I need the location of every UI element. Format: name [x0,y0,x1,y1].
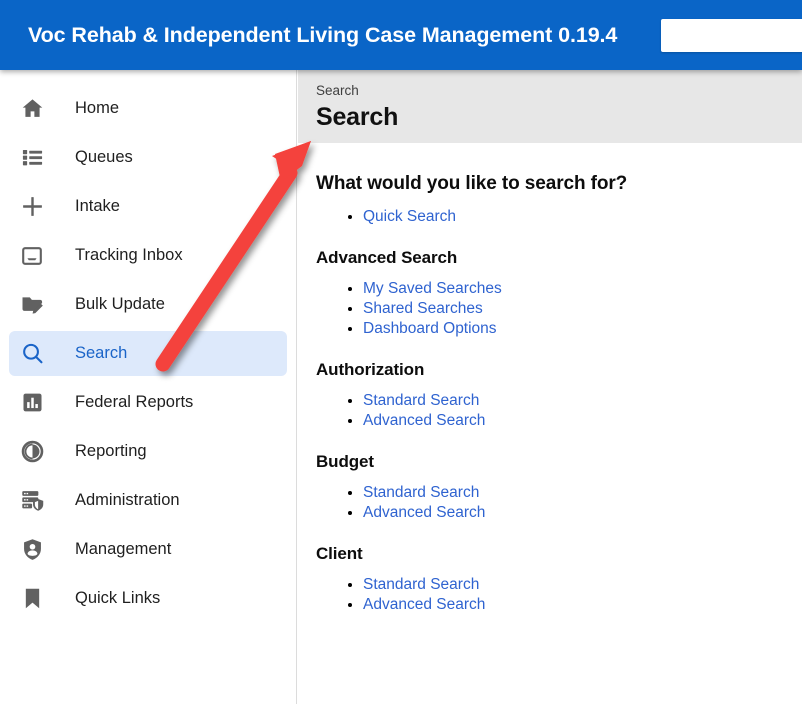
sidebar-item-label: Queues [75,148,133,166]
folder-edit-icon [9,292,55,317]
link-quick-search[interactable]: Quick Search [363,208,456,225]
app-header-bar: Voc Rehab & Independent Living Case Mana… [0,0,802,70]
sidebar-item-label: Search [75,344,128,362]
link-my-saved-searches[interactable]: My Saved Searches [363,280,502,297]
sidebar-navigation: Home Queues Intake Tracking Inbox Bulk U… [0,70,297,704]
search-icon [9,341,55,366]
sidebar-item-label: Bulk Update [75,295,165,313]
bookmark-icon [9,586,55,611]
link-authorization-standard-search[interactable]: Standard Search [363,392,479,409]
sidebar-item-federal-reports[interactable]: Federal Reports [9,380,287,425]
sidebar-item-label: Administration [75,491,180,509]
search-question-heading: What would you like to search for? [316,173,628,194]
list-item: Standard Search [363,391,802,411]
page-title: Search [316,103,399,131]
sidebar-item-quick-links[interactable]: Quick Links [9,576,287,621]
breadcrumb: Search [316,83,359,98]
sidebar-item-tracking-inbox[interactable]: Tracking Inbox [9,233,287,278]
bar-chart-icon [9,391,55,414]
list-item: Shared Searches [363,299,802,319]
sidebar-item-queues[interactable]: Queues [9,135,287,180]
list-icon [9,146,55,169]
sidebar-item-reporting[interactable]: Reporting [9,429,287,474]
sidebar-item-label: Intake [75,197,120,215]
global-search-input[interactable] [661,18,802,52]
plus-icon [9,194,55,219]
quick-link-list: Quick Search [316,207,802,227]
app-title: Voc Rehab & Independent Living Case Mana… [28,22,618,47]
sidebar-item-intake[interactable]: Intake [9,184,287,229]
list-item: Standard Search [363,575,802,595]
donut-chart-icon [9,439,55,464]
content-header: Search Search [298,70,802,143]
list-item: My Saved Searches [363,279,802,299]
home-icon [9,96,55,121]
section-heading-client: Client [316,544,363,563]
section-link-list-budget: Standard Search Advanced Search [316,483,802,523]
content-body: What would you like to search for? Quick… [298,143,802,615]
section-link-list-advanced-search: My Saved Searches Shared Searches Dashbo… [316,279,802,339]
server-shield-icon [9,488,55,513]
inbox-icon [9,244,55,268]
section-heading-authorization: Authorization [316,360,425,379]
link-budget-standard-search[interactable]: Standard Search [363,484,479,501]
link-budget-advanced-search[interactable]: Advanced Search [363,504,485,521]
main-content: Search Search What would you like to sea… [298,70,802,704]
link-client-standard-search[interactable]: Standard Search [363,576,479,593]
sidebar-item-home[interactable]: Home [9,86,287,131]
list-item: Dashboard Options [363,319,802,339]
section-heading-advanced-search: Advanced Search [316,248,458,267]
link-shared-searches[interactable]: Shared Searches [363,300,483,317]
list-item: Standard Search [363,483,802,503]
sidebar-item-search[interactable]: Search [9,331,287,376]
app-root: Voc Rehab & Independent Living Case Mana… [0,0,802,704]
shield-person-icon [9,537,55,562]
list-item: Advanced Search [363,595,802,615]
global-search-container [661,18,802,52]
sidebar-item-label: Reporting [75,442,147,460]
section-link-list-client: Standard Search Advanced Search [316,575,802,615]
list-item: Advanced Search [363,503,802,523]
list-item: Advanced Search [363,411,802,431]
sidebar-item-administration[interactable]: Administration [9,478,287,523]
section-heading-budget: Budget [316,452,374,471]
sidebar-item-management[interactable]: Management [9,527,287,572]
sidebar-item-label: Home [75,99,120,117]
link-client-advanced-search[interactable]: Advanced Search [363,596,485,613]
sidebar-item-label: Management [75,540,172,558]
sidebar-item-label: Quick Links [75,589,161,607]
link-dashboard-options[interactable]: Dashboard Options [363,320,497,337]
sidebar-item-label: Tracking Inbox [75,246,183,264]
link-authorization-advanced-search[interactable]: Advanced Search [363,412,485,429]
list-item: Quick Search [363,207,802,227]
sidebar-item-label: Federal Reports [75,393,194,411]
sidebar-item-bulk-update[interactable]: Bulk Update [9,282,287,327]
section-link-list-authorization: Standard Search Advanced Search [316,391,802,431]
